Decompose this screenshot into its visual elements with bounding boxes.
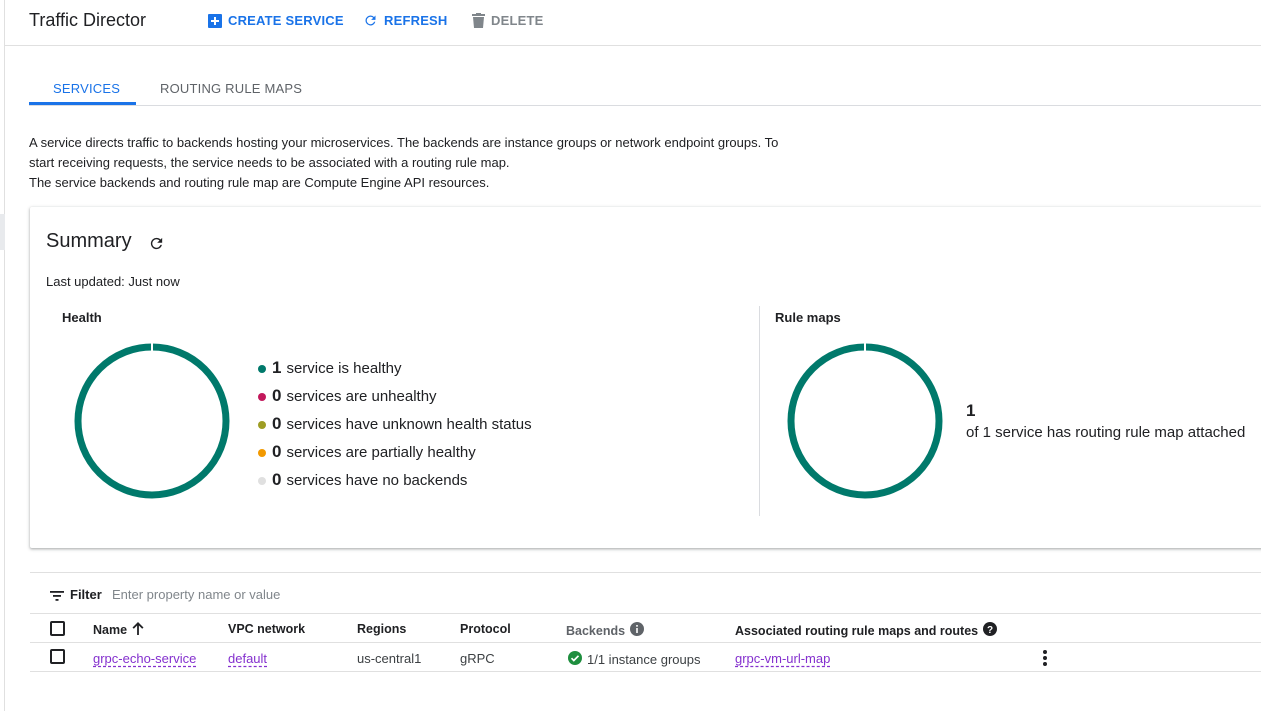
refresh-icon <box>363 13 378 28</box>
help-icon[interactable]: ? <box>983 622 998 639</box>
rule-maps-label: Rule maps <box>775 310 841 325</box>
active-tab-indicator <box>29 102 136 105</box>
rule-maps-text: of 1 service has routing rule map attach… <box>966 424 1246 441</box>
summary-card: Summary Last updated: Just now Health 1 … <box>30 207 1261 548</box>
delete-button[interactable]: DELETE <box>472 13 543 28</box>
description-line: A service directs traffic to backends ho… <box>29 135 779 150</box>
add-box-icon <box>208 13 222 28</box>
protocol-cell: gRPC <box>460 651 495 666</box>
description-line: The service backends and routing rule ma… <box>29 175 490 190</box>
left-nav-rail <box>0 0 5 711</box>
no-backends-text: services have no backends <box>286 471 468 489</box>
legend-item-no-backends: 0 services have no backends <box>258 466 532 494</box>
tab-routing-rule-maps[interactable]: ROUTING RULE MAPS <box>160 81 302 96</box>
no-backends-count: 0 <box>272 470 282 489</box>
rule-maps-donut-ring <box>787 343 943 499</box>
column-header-vpc[interactable]: VPC network <box>228 622 305 636</box>
column-header-name[interactable]: Name <box>93 622 144 638</box>
select-all-checkbox[interactable] <box>50 621 65 636</box>
filter-input[interactable] <box>112 583 512 605</box>
legend-item-unhealthy: 0 services are unhealthy <box>258 382 532 410</box>
sort-arrow-up-icon[interactable] <box>132 622 144 638</box>
create-service-label: CREATE SERVICE <box>228 13 344 28</box>
service-description: A service directs traffic to backends ho… <box>29 133 799 193</box>
health-donut-chart <box>74 343 230 499</box>
tab-bar: SERVICES ROUTING RULE MAPS <box>29 68 1261 106</box>
healthy-text: service is healthy <box>286 359 402 377</box>
column-header-backends: Backends <box>566 622 645 639</box>
services-table-header: Name VPC network Regions Protocol Backen… <box>30 614 1261 643</box>
unhealthy-count: 0 <box>272 386 282 405</box>
backends-cell: 1/1 instance groups <box>568 651 700 668</box>
healthy-count: 1 <box>272 358 282 377</box>
unhealthy-dot-icon <box>258 392 266 401</box>
last-updated-text: Last updated: Just now <box>46 274 180 289</box>
service-name-link[interactable]: grpc-echo-service <box>93 651 196 666</box>
column-header-routing: Associated routing rule maps and routes … <box>735 622 998 639</box>
summary-refresh-icon[interactable] <box>148 235 165 257</box>
check-circle-icon <box>568 651 582 668</box>
legend-item-partial: 0 services are partially healthy <box>258 438 532 466</box>
filter-list-icon[interactable] <box>50 588 64 606</box>
health-legend: 1 service is healthy 0 services are unhe… <box>258 354 532 494</box>
summary-divider <box>759 306 760 516</box>
info-icon[interactable] <box>630 622 645 639</box>
tab-services[interactable]: SERVICES <box>53 81 120 96</box>
table-row: grpc-echo-service default us-central1 gR… <box>30 643 1261 672</box>
top-action-bar: Traffic Director CREATE SERVICE REFRESH … <box>5 0 1261 46</box>
unknown-text: services have unknown health status <box>286 415 532 433</box>
column-header-protocol[interactable]: Protocol <box>460 622 511 636</box>
region-cell: us-central1 <box>357 651 422 666</box>
description-line: start receiving requests, the service ne… <box>29 155 510 170</box>
legend-item-unknown: 0 services have unknown health status <box>258 410 532 438</box>
health-donut-ring <box>74 343 230 499</box>
health-label: Health <box>62 310 102 325</box>
svg-text:?: ? <box>987 625 993 636</box>
partial-dot-icon <box>258 448 266 457</box>
filter-label: Filter <box>70 587 102 602</box>
url-map-link[interactable]: grpc-vm-url-map <box>735 651 830 666</box>
filter-bar: Filter <box>30 572 1261 614</box>
backends-text: 1/1 instance groups <box>587 652 701 667</box>
vpc-network-link[interactable]: default <box>228 651 267 666</box>
rule-maps-count: 1 <box>966 401 976 420</box>
legend-item-healthy: 1 service is healthy <box>258 354 532 382</box>
partial-text: services are partially healthy <box>286 443 476 461</box>
no-backends-dot-icon <box>258 476 266 485</box>
unhealthy-text: services are unhealthy <box>286 387 437 405</box>
partial-count: 0 <box>272 442 282 461</box>
refresh-label: REFRESH <box>384 13 448 28</box>
unknown-dot-icon <box>258 420 266 429</box>
create-service-button[interactable]: CREATE SERVICE <box>208 13 344 28</box>
trash-icon <box>472 13 485 28</box>
column-header-regions[interactable]: Regions <box>357 622 406 636</box>
refresh-button[interactable]: REFRESH <box>363 13 448 28</box>
delete-label: DELETE <box>491 13 544 28</box>
page-title: Traffic Director <box>29 10 147 30</box>
column-header-backends-label: Backends <box>566 623 626 638</box>
unknown-count: 0 <box>272 414 282 433</box>
more-vert-icon[interactable] <box>1040 649 1050 667</box>
column-header-name-label: Name <box>93 623 128 637</box>
column-header-routing-label: Associated routing rule maps and routes <box>735 623 979 638</box>
left-nav-marker <box>0 214 5 250</box>
row-checkbox[interactable] <box>50 649 65 664</box>
summary-title: Summary <box>46 230 132 252</box>
rule-maps-donut-chart <box>787 343 943 499</box>
healthy-dot-icon <box>258 364 266 373</box>
